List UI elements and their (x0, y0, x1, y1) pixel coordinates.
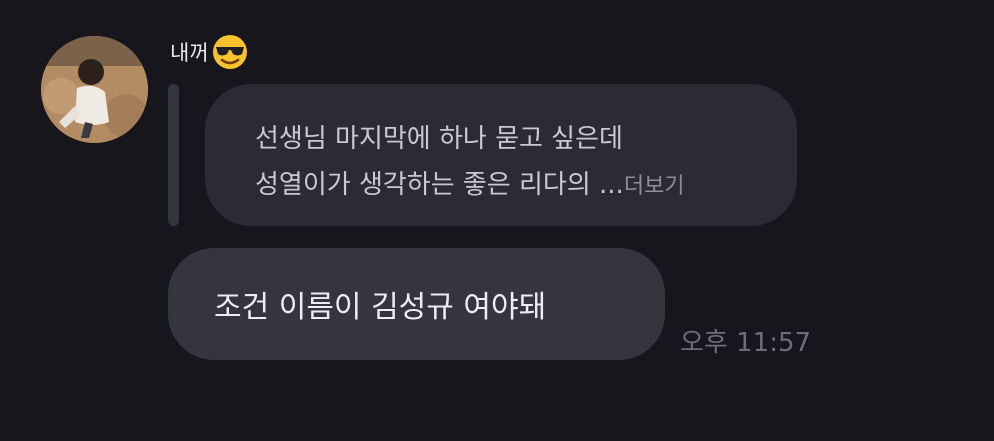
quoted-line-1: 선생님 마지막에 하나 묻고 싶은데 (255, 124, 623, 154)
profile-photo-icon (41, 36, 148, 143)
sender-header: 내꺼 (170, 33, 249, 71)
quoted-line-2-text: 성열이가 생각하는 좋은 리다의 ... (255, 170, 624, 200)
sender-avatar[interactable] (41, 36, 148, 143)
reply-indicator-bar (168, 84, 179, 226)
quoted-message-bubble[interactable]: 선생님 마지막에 하나 묻고 싶은데 성열이가 생각하는 좋은 리다의 ...더… (205, 84, 797, 226)
sunglasses-face-icon (211, 33, 249, 71)
quoted-line-2: 성열이가 생각하는 좋은 리다의 ...더보기 (255, 162, 767, 210)
message-bubble[interactable]: 조건 이름이 김성규 여야돼 (168, 248, 665, 360)
sender-name[interactable]: 내꺼 (170, 37, 209, 67)
more-link[interactable]: 더보기 (624, 174, 685, 199)
message-timestamp: 오후 11:57 (680, 328, 812, 358)
chat-screen: 내꺼 선생님 마지막에 하나 묻고 싶은데 성열이가 생각하는 좋은 리다의 .… (0, 0, 994, 441)
message-text: 조건 이름이 김성규 여야돼 (214, 290, 547, 325)
